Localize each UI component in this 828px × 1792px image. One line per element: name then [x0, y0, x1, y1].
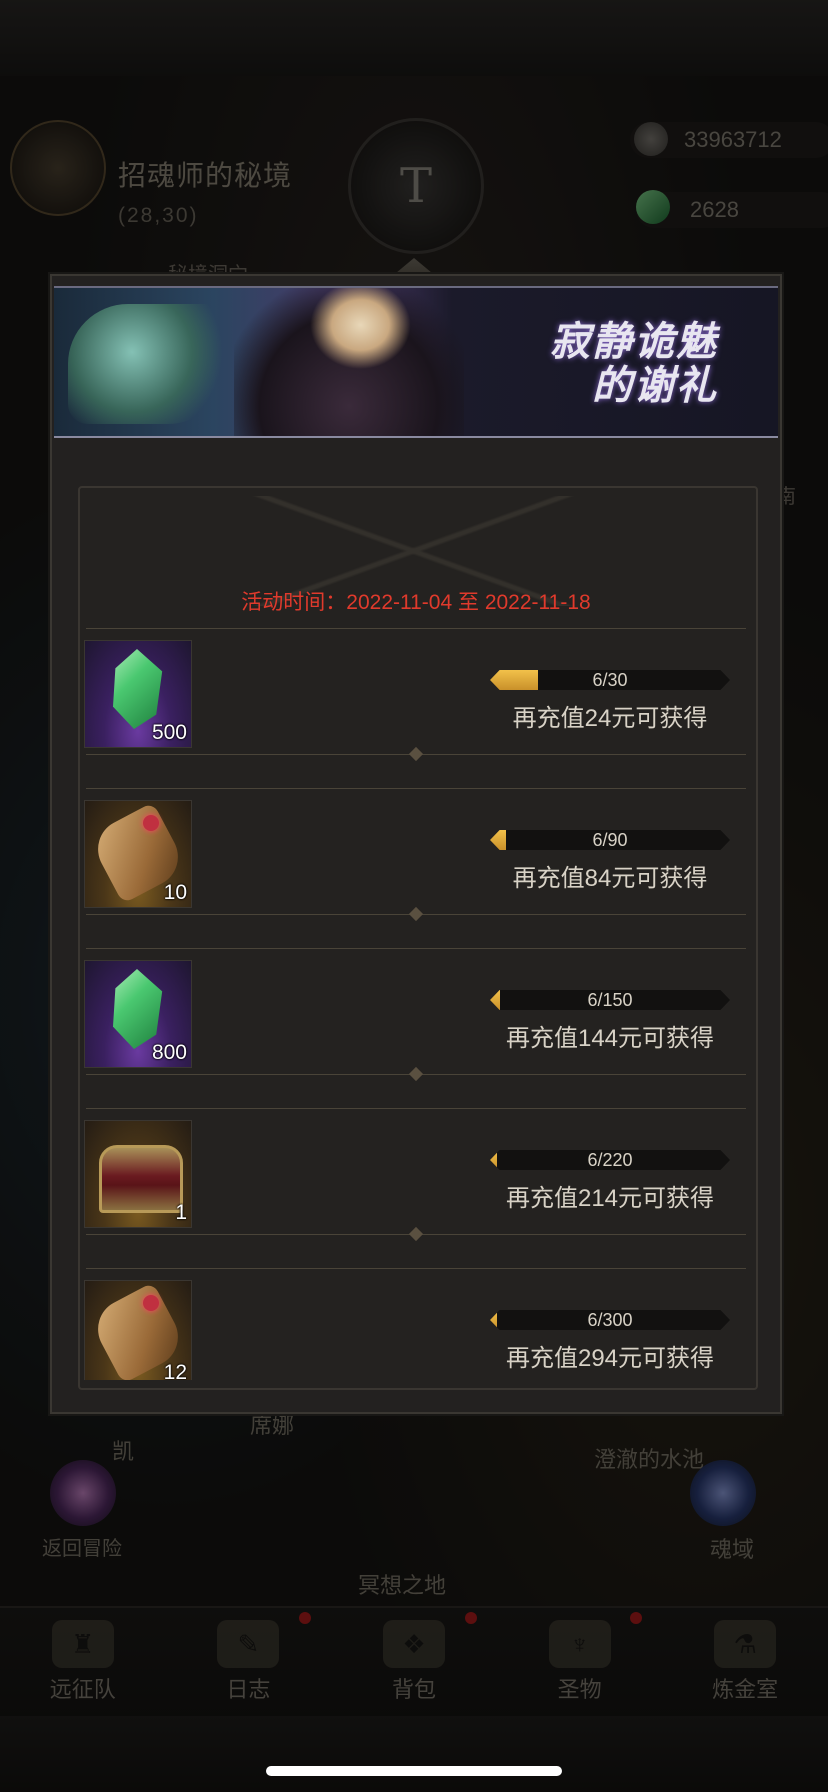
reward-row: 12 6/300 再充值294元可获得 [78, 1268, 754, 1380]
row-divider [86, 948, 746, 949]
home-indicator[interactable] [266, 1766, 562, 1776]
item-count: 10 [163, 881, 187, 904]
row-divider [86, 1268, 746, 1269]
item-count: 500 [151, 721, 187, 744]
progress-text: 6/150 [587, 990, 633, 1010]
item-count: 800 [151, 1041, 187, 1064]
whip-item-icon [68, 304, 228, 424]
row-divider [86, 1108, 746, 1109]
reward-row: 500 6/30 再充值24元可获得 [78, 628, 754, 788]
reward-list[interactable]: 500 6/30 再充值24元可获得 10 6/90 再充值84元可获得 800 6/150 再… [78, 628, 754, 1380]
divider-ornament [408, 746, 424, 762]
seal-icon [143, 815, 159, 831]
character-portrait [234, 288, 464, 436]
row-divider [86, 628, 746, 629]
reward-row: 800 6/150 再充值144元可获得 [78, 948, 754, 1108]
reward-item-slot[interactable]: 500 [84, 640, 192, 748]
reward-row: 1 6/220 再充值214元可获得 [78, 1108, 754, 1268]
progress-text: 6/300 [587, 1310, 633, 1330]
reward-item-slot[interactable]: 800 [84, 960, 192, 1068]
divider-ornament [408, 906, 424, 922]
seal-icon [143, 1295, 159, 1311]
reward-item-slot[interactable]: 12 [84, 1280, 192, 1380]
item-count: 12 [163, 1361, 187, 1380]
progress-bar: 6/220 [490, 1150, 730, 1170]
reward-item-slot[interactable]: 10 [84, 800, 192, 908]
progress-bar: 6/90 [490, 830, 730, 850]
progress-text: 6/220 [587, 1150, 633, 1170]
treasure-chest-icon [99, 1145, 183, 1213]
item-count: 1 [175, 1201, 187, 1224]
progress-bar: 6/30 [490, 670, 730, 690]
divider-ornament [408, 1226, 424, 1242]
divider-ornament [408, 1066, 424, 1082]
reward-item-slot[interactable]: 1 [84, 1120, 192, 1228]
recharge-hint: 再充值24元可获得 [512, 705, 708, 732]
recharge-hint: 再充值214元可获得 [505, 1185, 715, 1212]
event-banner: 寂静诡魅 的谢礼 [54, 286, 778, 438]
recharge-hint: 再充值144元可获得 [505, 1025, 715, 1052]
reward-modal: 寂静诡魅 的谢礼 活动时间：2022-11-04 至 2022-11-18 50… [50, 274, 782, 1414]
progress-text: 6/90 [592, 830, 628, 850]
progress-bar: 6/300 [490, 1310, 730, 1330]
recharge-hint: 再充值84元可获得 [512, 865, 708, 892]
progress-text: 6/30 [592, 670, 628, 690]
reward-row: 10 6/90 再充值84元可获得 [78, 788, 754, 948]
banner-title-line2: 的谢礼 [592, 363, 718, 408]
green-gem-icon [113, 649, 163, 729]
progress-bar: 6/150 [490, 990, 730, 1010]
recharge-hint: 再充值294元可获得 [505, 1345, 715, 1372]
row-divider [86, 788, 746, 789]
banner-title-line1: 寂静诡魅 [550, 319, 718, 364]
event-time: 活动时间：2022-11-04 至 2022-11-18 [241, 591, 591, 614]
banner-title: 寂静诡魅 的谢礼 [522, 320, 718, 408]
green-gem-icon [113, 969, 163, 1049]
